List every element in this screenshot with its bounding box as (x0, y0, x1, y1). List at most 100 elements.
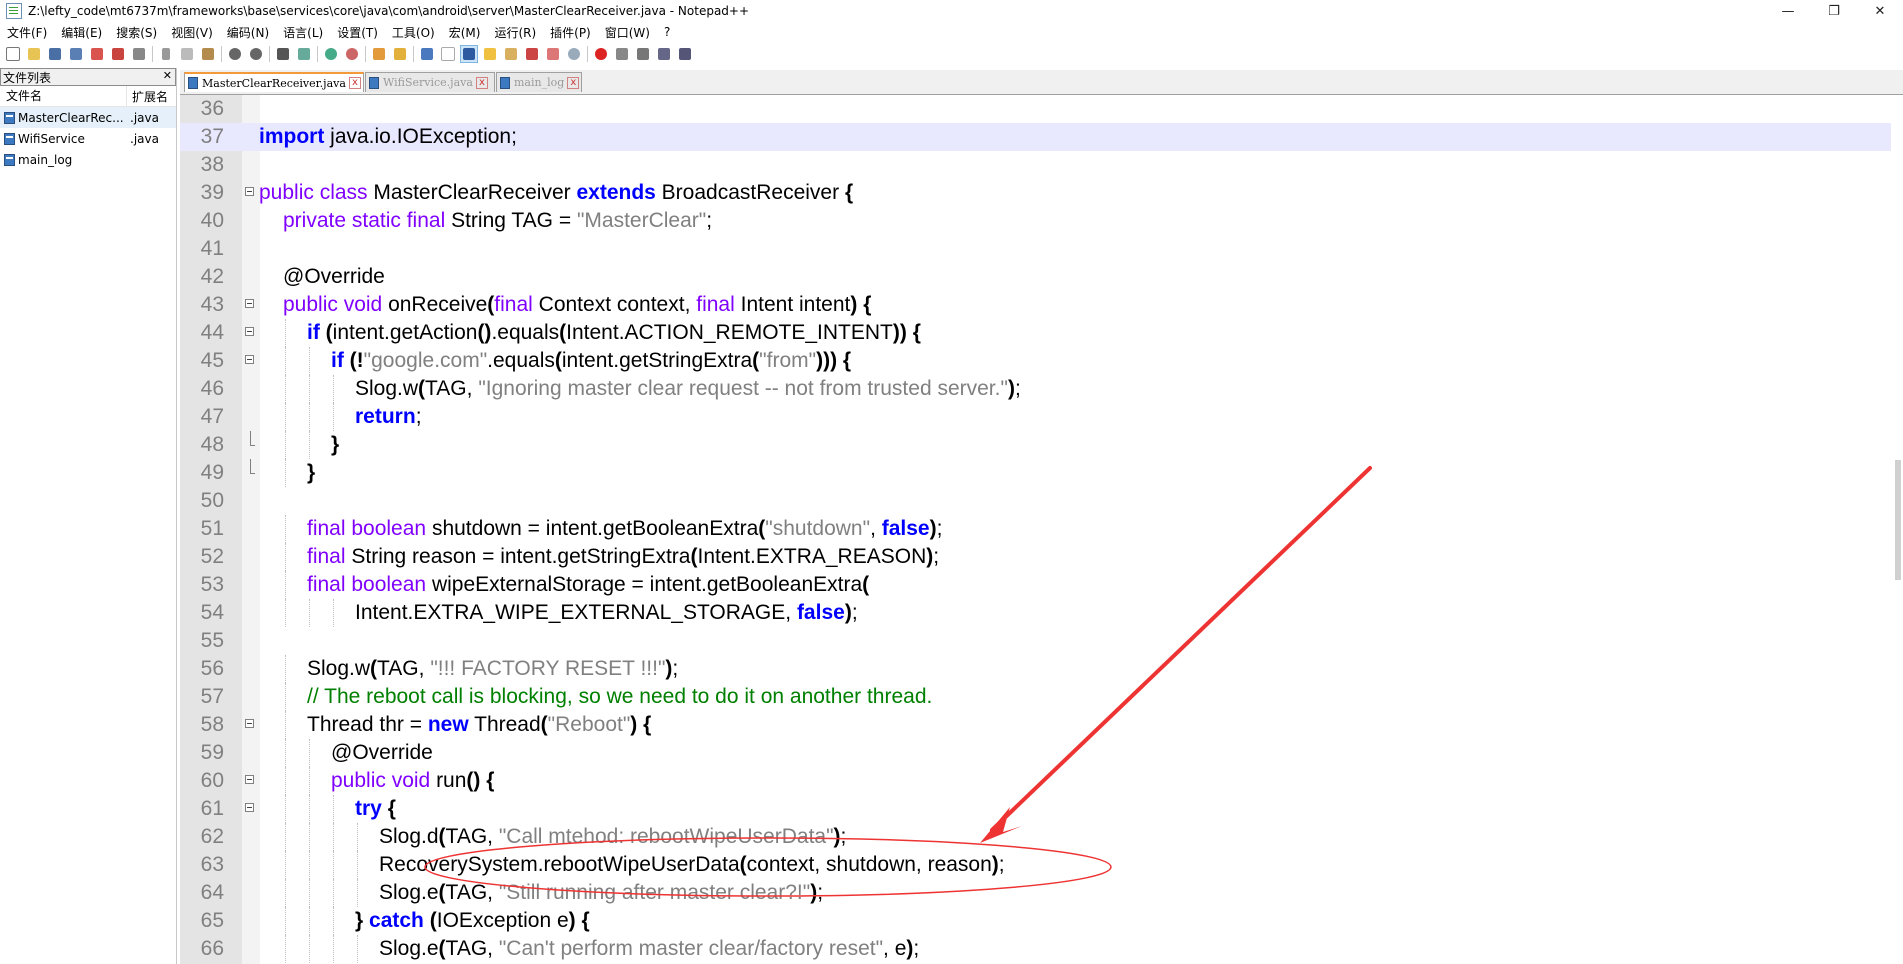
user-lang-icon[interactable] (481, 45, 499, 63)
code-editor[interactable]: 36 37 import java.io.IOException; 38 39 publi… (180, 95, 1903, 964)
play-macro-icon[interactable] (634, 45, 652, 63)
code-line[interactable]: 63 RecoverySystem.rebootWipeUserData(cont… (180, 851, 1903, 879)
print-icon[interactable] (130, 45, 148, 63)
save-macro-icon[interactable] (676, 45, 694, 63)
fold-collapse-icon[interactable] (245, 803, 254, 812)
folder-workspace-icon[interactable] (544, 45, 562, 63)
cut-icon[interactable] (157, 45, 175, 63)
menu-window[interactable]: 窗口(W) (598, 24, 657, 41)
code-line[interactable]: 66 Slog.e(TAG, "Can't perform master clea… (180, 935, 1903, 963)
code-line[interactable]: 55 (180, 627, 1903, 655)
minimize-button[interactable]: — (1765, 0, 1811, 22)
menu-file[interactable]: 文件(F) (0, 24, 54, 41)
code-line[interactable]: 65} catch (IOException e) { (180, 907, 1903, 935)
redo-icon[interactable] (247, 45, 265, 63)
open-file-icon[interactable] (25, 45, 43, 63)
restore-button[interactable]: ❐ (1811, 0, 1857, 22)
show-all-chars-icon[interactable] (439, 45, 457, 63)
save-all-icon[interactable] (67, 45, 85, 63)
column-extension[interactable]: 扩展名 (127, 88, 168, 105)
menu-encoding[interactable]: 编码(N) (220, 24, 276, 41)
zoom-in-icon[interactable] (322, 45, 340, 63)
menu-macro[interactable]: 宏(M) (442, 24, 488, 41)
fold-collapse-icon[interactable] (245, 355, 254, 364)
code-line[interactable]: 46 Slog.w(TAG, "Ignoring master clear req… (180, 375, 1903, 403)
menu-plugins[interactable]: 插件(P) (543, 24, 598, 41)
menu-view[interactable]: 视图(V) (164, 24, 220, 41)
close-button[interactable]: ✕ (1857, 0, 1903, 22)
record-macro-icon[interactable] (592, 45, 610, 63)
close-file-icon[interactable] (88, 45, 106, 63)
code-line[interactable]: 52 final String reason = intent.getString… (180, 543, 1903, 571)
file-list-item[interactable]: WifiService .java (0, 128, 176, 149)
menu-edit[interactable]: 编辑(E) (54, 24, 109, 41)
column-filename[interactable]: 文件名 (0, 86, 127, 106)
code-line[interactable]: 39 public class MasterClearReceiver exten… (180, 179, 1903, 207)
fold-collapse-icon[interactable] (245, 187, 254, 196)
code-line[interactable]: 38 (180, 151, 1903, 179)
doc-map-icon[interactable] (502, 45, 520, 63)
code-line[interactable]: 54 Intent.EXTRA_WIPE_EXTERNAL_STORAGE, fa… (180, 599, 1903, 627)
undo-icon[interactable] (226, 45, 244, 63)
code-line[interactable]: 64 Slog.e(TAG, "Still running after maste… (180, 879, 1903, 907)
tab-close-icon[interactable]: x (348, 77, 361, 89)
tab-close-icon[interactable]: x (567, 76, 580, 89)
code-line[interactable]: 41 (180, 235, 1903, 263)
code-line[interactable]: 47 return; (180, 403, 1903, 431)
code-line[interactable]: 43 public void onReceive(final Context co… (180, 291, 1903, 319)
code-line[interactable]: 62 Slog.d(TAG, "Call mtehod: rebootWipeUs… (180, 823, 1903, 851)
replace-icon[interactable] (295, 45, 313, 63)
close-all-icon[interactable] (109, 45, 127, 63)
fold-collapse-icon[interactable] (245, 299, 254, 308)
code-line[interactable]: 61 try { (180, 795, 1903, 823)
tab-wifiservice[interactable]: WifiService.java x (365, 72, 495, 92)
save-icon[interactable] (46, 45, 64, 63)
code-line[interactable]: 58 Thread thr = new Thread("Reboot") { (180, 711, 1903, 739)
file-list-close-icon[interactable]: ✕ (163, 69, 172, 82)
code-line[interactable]: 51 final boolean shutdown = intent.getBoo… (180, 515, 1903, 543)
code-line[interactable]: 44 if (intent.getAction().equals(Intent.A… (180, 319, 1903, 347)
fold-collapse-icon[interactable] (245, 719, 254, 728)
file-list-item[interactable]: main_log (0, 149, 176, 170)
tab-masterclearreceiver[interactable]: MasterClearReceiver.java x (184, 72, 364, 92)
scrollbar-thumb[interactable] (1895, 460, 1901, 580)
code-line[interactable]: 53 final boolean wipeExternalStorage = in… (180, 571, 1903, 599)
code-line[interactable]: 37 import java.io.IOException; (180, 123, 1903, 151)
indent-guide-icon[interactable] (460, 45, 478, 63)
menu-settings[interactable]: 设置(T) (330, 24, 385, 41)
code-line[interactable]: 49} (180, 459, 1903, 487)
monitoring-icon[interactable] (565, 45, 583, 63)
code-line[interactable]: 60 public void run() { (180, 767, 1903, 795)
sync-horizontal-icon[interactable] (391, 45, 409, 63)
paste-icon[interactable] (199, 45, 217, 63)
fold-collapse-icon[interactable] (245, 327, 254, 336)
code-line[interactable]: 50 (180, 487, 1903, 515)
stop-macro-icon[interactable] (613, 45, 631, 63)
word-wrap-icon[interactable] (418, 45, 436, 63)
zoom-out-icon[interactable] (343, 45, 361, 63)
menu-run[interactable]: 运行(R) (487, 24, 543, 41)
code-line[interactable]: 40 private static final String TAG = "Mas… (180, 207, 1903, 235)
vertical-scrollbar[interactable] (1891, 95, 1903, 964)
code-line[interactable]: 36 (180, 95, 1903, 123)
fold-collapse-icon[interactable] (245, 775, 254, 784)
code-line[interactable]: 48} (180, 431, 1903, 459)
code-line[interactable]: 56 Slog.w(TAG, "!!! FACTORY RESET !!!"); (180, 655, 1903, 683)
run-macro-multiple-icon[interactable] (655, 45, 673, 63)
code-line[interactable]: 42 @Override (180, 263, 1903, 291)
menu-tools[interactable]: 工具(O) (385, 24, 442, 41)
menu-help[interactable]: ? (657, 25, 677, 39)
code-line[interactable]: 45 if (!"google.com".equals(intent.getStr… (180, 347, 1903, 375)
find-icon[interactable] (274, 45, 292, 63)
menu-search[interactable]: 搜索(S) (109, 24, 164, 41)
function-list-icon[interactable] (523, 45, 541, 63)
copy-icon[interactable] (178, 45, 196, 63)
menu-language[interactable]: 语言(L) (276, 24, 330, 41)
new-file-icon[interactable] (4, 45, 22, 63)
sync-vertical-icon[interactable] (370, 45, 388, 63)
code-line[interactable]: 57 // The reboot call is blocking, so we … (180, 683, 1903, 711)
tab-close-icon[interactable]: x (475, 76, 488, 89)
tab-main-log[interactable]: main_log x (496, 72, 582, 92)
code-line[interactable]: 59 @Override (180, 739, 1903, 767)
file-list-item[interactable]: MasterClearRec... .java (0, 107, 176, 128)
